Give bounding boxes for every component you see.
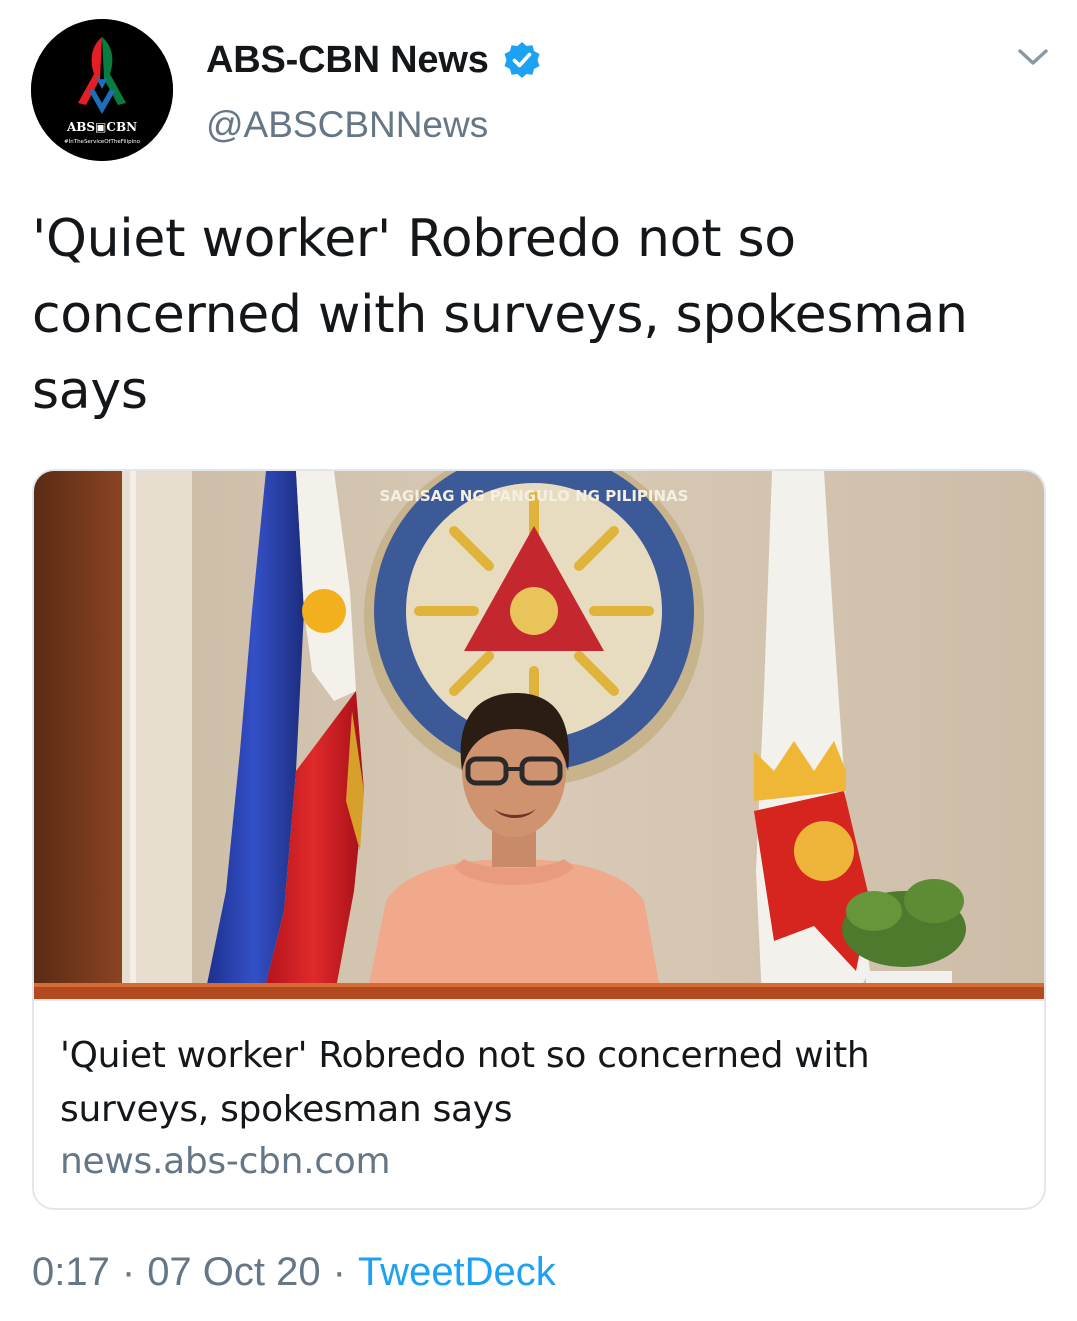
tweet-text-line: 'Quiet worker' Robredo not so <box>32 209 796 269</box>
tweet-time[interactable]: 0:17 <box>32 1250 110 1295</box>
card-title: 'Quiet worker' Robredo not so concerned … <box>60 1029 1010 1137</box>
tweet-text-line: concerned with surveys, spokesman <box>32 285 968 345</box>
author-handle[interactable]: @ABSCBNNews <box>206 104 488 146</box>
card-title-line: surveys, spokesman says <box>60 1089 513 1130</box>
tweet-text-line: says <box>32 361 148 421</box>
chevron-down-icon[interactable] <box>1016 44 1050 70</box>
link-preview-card[interactable]: SAGISAG NG PANGULO NG PILIPINAS 'Quiet w… <box>32 469 1046 1210</box>
card-title-line: 'Quiet worker' Robredo not so concerned … <box>60 1035 870 1076</box>
meta-separator: · <box>332 1250 346 1294</box>
seal-text: SAGISAG NG PANGULO NG PILIPINAS <box>380 487 689 505</box>
tweet-date[interactable]: 07 Oct 20 <box>147 1250 320 1295</box>
author-display-name[interactable]: ABS-CBN News <box>206 39 489 82</box>
tweet-text: 'Quiet worker' Robredo not so concerned … <box>32 201 1042 429</box>
meta-separator: · <box>121 1250 136 1294</box>
verified-badge-icon <box>503 41 541 79</box>
card-domain: news.abs-cbn.com <box>60 1141 391 1182</box>
card-image[interactable]: SAGISAG NG PANGULO NG PILIPINAS <box>34 471 1044 999</box>
tweet-source-link[interactable]: TweetDeck <box>358 1250 556 1295</box>
tweet-header: ABS▣CBN #InTheServiceOfTheFilipino ABS-C… <box>0 0 1077 180</box>
abs-cbn-logo: ABS▣CBN #InTheServiceOfTheFilipino <box>31 19 173 161</box>
author-name-row: ABS-CBN News <box>206 38 541 82</box>
svg-text:ABS▣CBN: ABS▣CBN <box>66 120 137 134</box>
svg-text:#InTheServiceOfTheFilipino: #InTheServiceOfTheFilipino <box>64 139 141 145</box>
avatar[interactable]: ABS▣CBN #InTheServiceOfTheFilipino <box>31 19 173 161</box>
card-body[interactable]: 'Quiet worker' Robredo not so concerned … <box>34 999 1044 1208</box>
tweet-metadata: 0:17 · 07 Oct 20 · TweetDeck <box>32 1250 556 1295</box>
